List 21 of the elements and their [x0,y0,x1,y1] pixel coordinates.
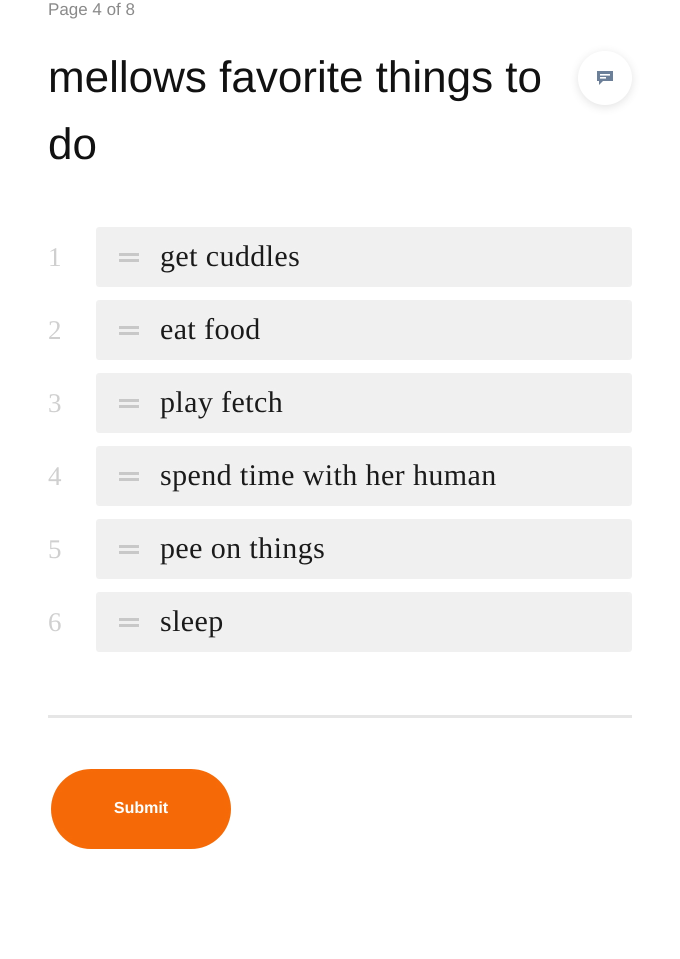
item-label: spend time with her human [160,458,497,494]
item-label: pee on things [160,531,326,567]
drag-handle-icon[interactable] [119,252,139,262]
item-label: eat food [160,312,261,348]
ranking-item[interactable]: sleep [96,592,632,652]
ranking-item[interactable]: play fetch [96,373,632,433]
item-label: sleep [160,604,224,640]
item-label: get cuddles [160,239,300,275]
item-label: play fetch [160,385,284,421]
ranking-item[interactable]: pee on things [96,519,632,579]
drag-handle-icon[interactable] [119,472,139,480]
drag-handle-icon[interactable] [119,544,139,554]
drag-handle-icon[interactable] [119,618,139,626]
comment-icon [596,70,614,86]
drag-handle-icon[interactable] [119,326,139,334]
ranking-item[interactable]: get cuddles [96,227,632,287]
page-indicator: Page 4 of 8 [48,0,135,20]
ranking-item[interactable]: spend time with her human [96,446,632,506]
page-title: mellows favorite things to do [48,52,543,171]
drag-handle-icon[interactable] [119,398,139,408]
ranking-item[interactable]: eat food [96,300,632,360]
